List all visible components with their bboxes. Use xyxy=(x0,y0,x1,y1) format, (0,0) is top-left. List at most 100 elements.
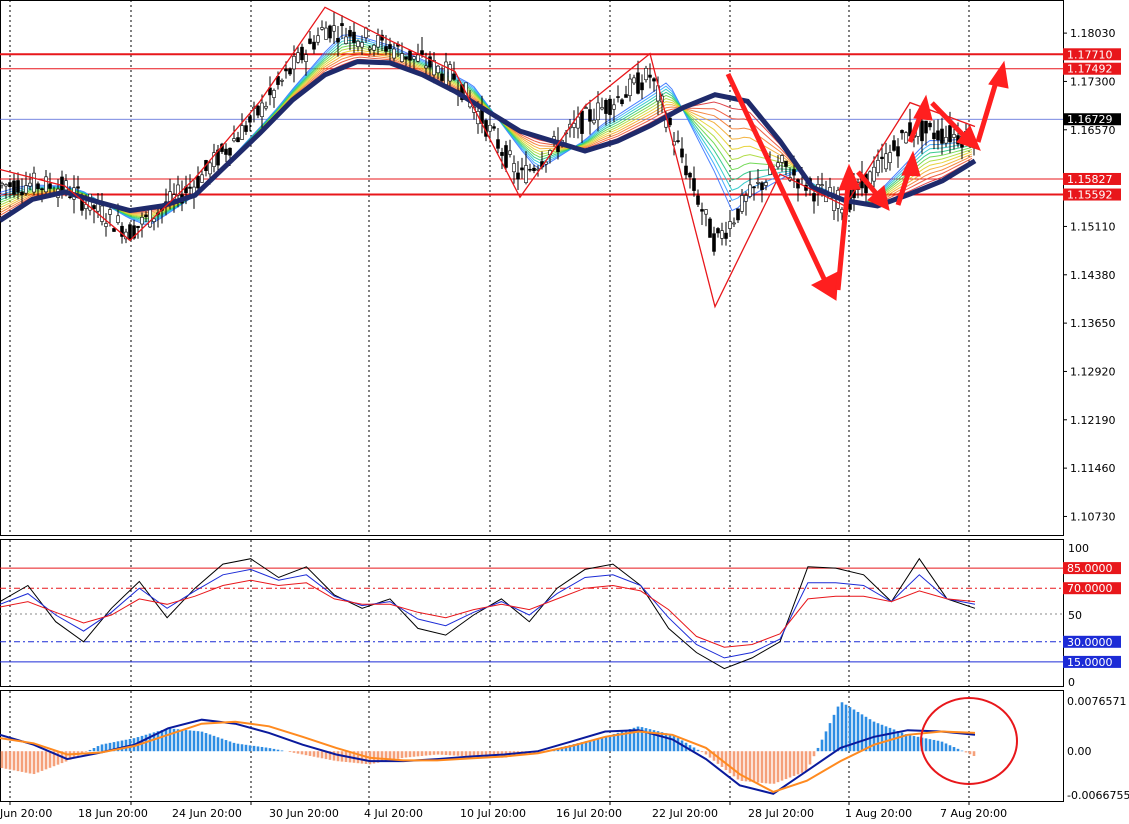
candle-bull xyxy=(777,163,780,167)
macd-bar-negative xyxy=(49,751,52,768)
macd-bar-positive xyxy=(821,740,824,752)
macd-bar-positive xyxy=(669,734,672,751)
candle-bull xyxy=(369,48,372,49)
time-axis-label: 22 Jul 20:00 xyxy=(652,807,718,820)
candle-bear xyxy=(341,23,344,25)
macd-bar-negative xyxy=(733,751,736,776)
price-y-tick-label: 1.12920 xyxy=(1070,365,1116,378)
candle-bear xyxy=(897,147,900,156)
macd-bar-negative xyxy=(785,751,788,779)
price-y-tick-label: 1.15110 xyxy=(1070,220,1116,233)
candle-bear xyxy=(621,100,624,104)
candle-bear xyxy=(925,121,928,133)
candle-bull xyxy=(377,35,380,47)
candle-bull xyxy=(705,210,708,215)
candle-bear xyxy=(653,79,656,81)
macd-bar-positive xyxy=(165,729,168,751)
candle-bull xyxy=(317,36,320,42)
macd-bar-positive xyxy=(201,732,204,752)
macd-bar-negative xyxy=(761,751,764,783)
macd-bar-negative xyxy=(757,751,760,782)
candle-bull xyxy=(645,68,648,79)
macd-bar-positive xyxy=(277,750,280,752)
candle-bull xyxy=(765,183,768,186)
macd-bar-positive xyxy=(881,725,884,751)
time-axis-label: 4 Jul 20:00 xyxy=(364,807,423,820)
macd-bar-positive xyxy=(817,748,820,751)
candle-bull xyxy=(321,28,324,30)
macd-bar-positive xyxy=(169,728,172,751)
macd-y-tick-label: 0.00 xyxy=(1067,745,1092,758)
current-price-tag-label: 1.16729 xyxy=(1067,113,1113,126)
macd-bar-positive xyxy=(597,738,600,751)
macd-bar-negative xyxy=(797,751,800,774)
macd-bar-negative xyxy=(421,751,424,756)
candle-bull xyxy=(885,154,888,169)
candle-bear xyxy=(113,228,116,231)
candle-bull xyxy=(953,134,956,137)
candle-bear xyxy=(521,168,524,170)
candle-bear xyxy=(405,57,408,60)
macd-bar-positive xyxy=(853,710,856,752)
candle-bear xyxy=(21,192,24,195)
macd-bar-negative xyxy=(445,751,448,755)
candle-bull xyxy=(401,54,404,62)
candle-bear xyxy=(693,179,696,191)
candle-bull xyxy=(261,103,264,117)
macd-bar-positive xyxy=(241,744,244,751)
candle-bear xyxy=(517,173,520,179)
candle-bull xyxy=(437,66,440,73)
candle-bull xyxy=(873,167,876,181)
candle-bull xyxy=(241,126,244,140)
candle-bear xyxy=(77,187,80,189)
macd-bar-negative xyxy=(701,751,704,752)
candle-bear xyxy=(409,51,412,60)
candle-bear xyxy=(813,193,816,201)
time-axis-label: 10 Jul 20:00 xyxy=(460,807,526,820)
macd-bar-negative xyxy=(313,751,316,757)
macd-bar-negative xyxy=(457,751,460,756)
time-axis-label: Jun 20:00 xyxy=(0,807,52,820)
candle-bear xyxy=(725,233,728,238)
candle-bear xyxy=(313,42,316,49)
candle-bear xyxy=(505,145,508,167)
candle-bull xyxy=(445,62,448,85)
macd-bar-positive xyxy=(185,730,188,751)
macd-bar-positive xyxy=(861,714,864,751)
candle-bear xyxy=(929,123,932,127)
macd-bar-negative xyxy=(465,751,468,756)
time-axis-label: 28 Jul 20:00 xyxy=(748,807,814,820)
candle-bear xyxy=(701,209,704,211)
candle-bear xyxy=(329,26,332,38)
candle-bear xyxy=(529,169,532,170)
candle-bear xyxy=(129,225,132,240)
osc-y-tick-label: 50 xyxy=(1068,609,1082,622)
price-y-tick-label: 1.11460 xyxy=(1070,462,1116,475)
candle-bull xyxy=(629,79,632,96)
macd-y-axis: 0.00765710.00-0.0066755 xyxy=(1067,695,1129,802)
candle-bear xyxy=(669,118,672,125)
candle-bear xyxy=(49,184,52,189)
macd-bar-positive xyxy=(257,746,260,751)
macd-bar-positive xyxy=(825,731,828,751)
macd-bar-negative xyxy=(969,751,972,754)
chart-canvas: 1.180301.173001.165701.151101.143801.136… xyxy=(0,0,1129,820)
macd-bar-negative xyxy=(725,751,728,770)
macd-bar-positive xyxy=(933,740,936,751)
candle-bull xyxy=(33,173,36,192)
candle-bear xyxy=(229,148,232,155)
macd-bar-negative xyxy=(425,751,428,755)
candle-bear xyxy=(617,97,620,98)
macd-bar-negative xyxy=(301,751,304,754)
time-axis-label: 7 Aug 20:00 xyxy=(940,807,1007,820)
macd-bar-positive xyxy=(841,702,844,751)
candle-bear xyxy=(737,209,740,220)
macd-bar-positive xyxy=(833,715,836,751)
macd-y-tick-label: -0.0066755 xyxy=(1067,789,1129,802)
candle-bull xyxy=(757,182,760,183)
macd-panel: 0.00765710.00-0.0066755 xyxy=(0,691,1129,803)
macd-bar-positive xyxy=(265,748,268,752)
macd-bar-positive xyxy=(213,736,216,751)
macd-bar-positive xyxy=(949,745,952,751)
macd-bar-negative xyxy=(321,751,324,758)
